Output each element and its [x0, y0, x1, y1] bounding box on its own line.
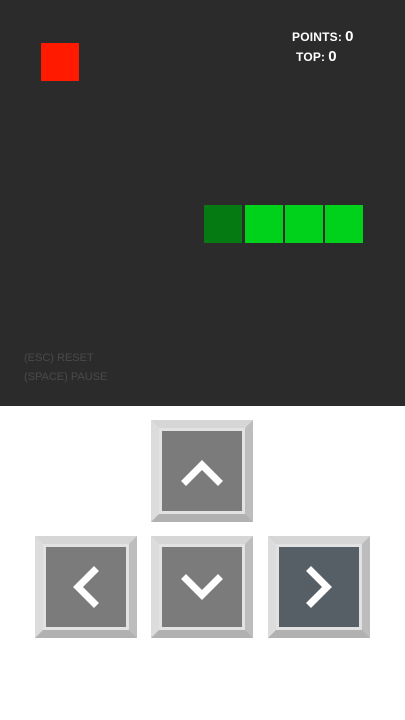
points-value: 0	[345, 28, 354, 45]
chevron-right-icon	[306, 566, 332, 608]
right-arrow-button[interactable]	[268, 536, 370, 638]
right-arrow-face	[279, 547, 359, 627]
up-arrow-face	[162, 431, 242, 511]
points-display: POINTS: 0	[292, 28, 353, 46]
snake-body-segment	[285, 205, 323, 243]
chevron-left-icon	[73, 566, 99, 608]
snake-head	[204, 205, 242, 243]
top-score-display: TOP: 0	[296, 48, 337, 66]
left-arrow-button[interactable]	[35, 536, 137, 638]
left-arrow-face	[46, 547, 126, 627]
down-arrow-button[interactable]	[151, 536, 253, 638]
down-arrow-face	[162, 547, 242, 627]
chevron-down-icon	[181, 574, 223, 600]
snake-body-segment	[325, 205, 363, 243]
pause-hint: (SPACE) PAUSE	[24, 371, 108, 383]
top-label: TOP:	[296, 50, 326, 64]
up-arrow-button[interactable]	[151, 420, 253, 522]
game-board: POINTS: 0 TOP: 0 (ESC) RESET (SPACE) PAUSE	[0, 0, 405, 406]
points-label: POINTS:	[292, 30, 343, 44]
food-apple	[41, 43, 79, 81]
top-value: 0	[328, 48, 337, 65]
chevron-up-icon	[181, 460, 223, 486]
snake-body-segment	[245, 205, 283, 243]
reset-hint: (ESC) RESET	[24, 352, 94, 364]
